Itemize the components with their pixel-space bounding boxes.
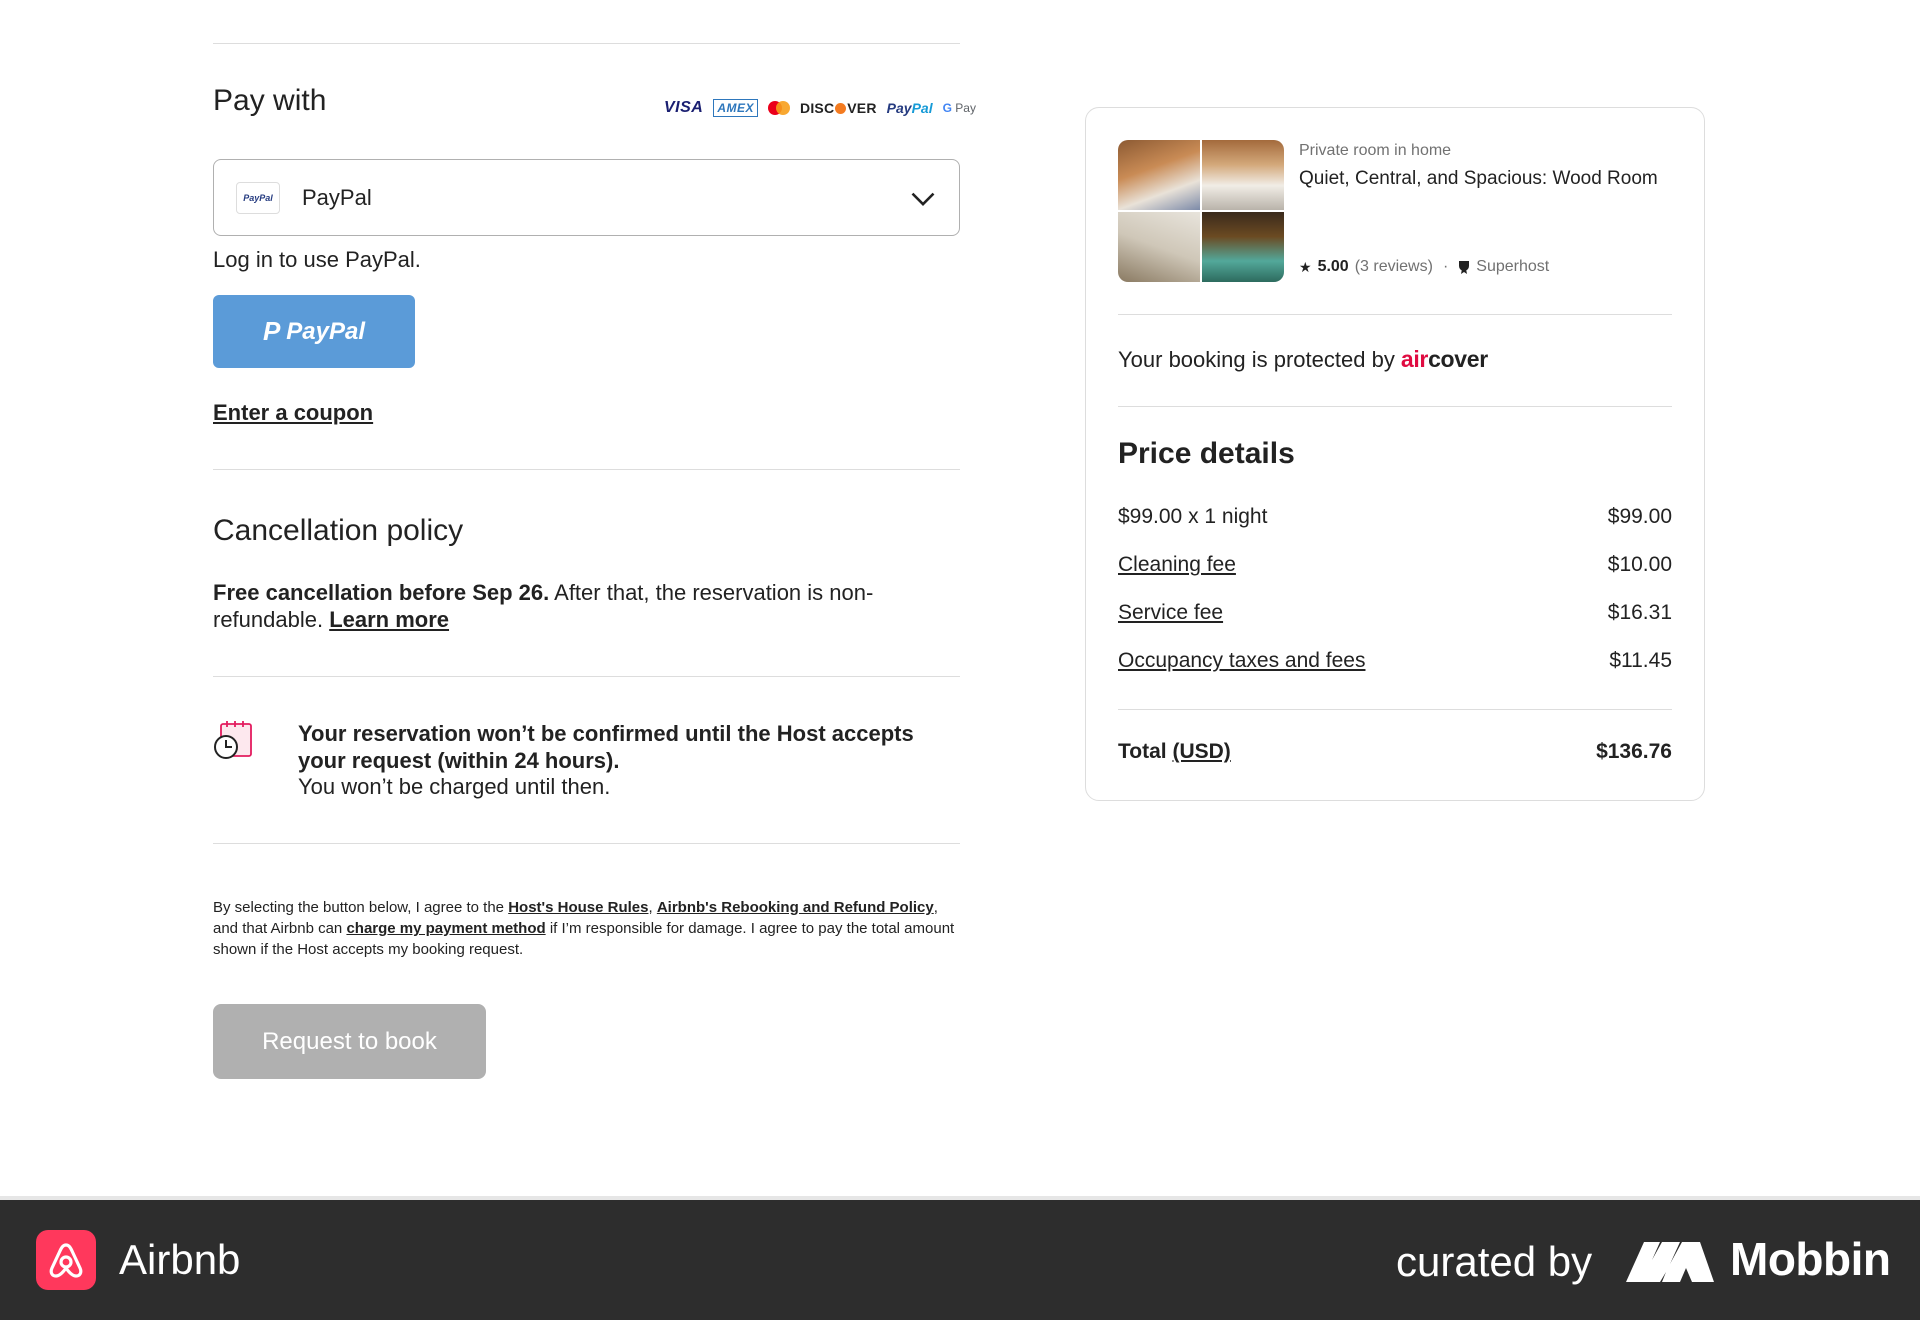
- chevron-down-icon: [911, 192, 935, 206]
- mobbin-brand-name: Mobbin: [1730, 1233, 1891, 1285]
- visa-icon: VISA: [664, 99, 704, 116]
- section-divider: [213, 676, 960, 677]
- listing-rating: ★ 5.00 (3 reviews) · Superhost: [1299, 258, 1549, 276]
- top-divider: [213, 43, 960, 44]
- cancellation-text: Free cancellation before Sep 26. After t…: [213, 579, 913, 633]
- footer-bar: Airbnb curated by Mobbin: [0, 1200, 1920, 1320]
- reservation-notice-subtitle: You won’t be charged until then.: [298, 774, 611, 799]
- google-pay-icon: G Pay: [942, 101, 976, 115]
- cancellation-deadline: Free cancellation before Sep 26.: [213, 580, 550, 605]
- enter-coupon-link[interactable]: Enter a coupon: [213, 400, 373, 426]
- paypal-icon: PayPal: [886, 100, 933, 116]
- airbnb-app-name: Airbnb: [119, 1236, 241, 1283]
- aircover-protection: Your booking is protected by aircover: [1118, 346, 1488, 372]
- listing-type: Private room in home: [1299, 142, 1452, 159]
- star-icon: ★: [1299, 258, 1312, 275]
- price-row-nightly: $99.00 x 1 night $99.00: [1118, 505, 1672, 528]
- learn-more-link[interactable]: Learn more: [329, 607, 449, 632]
- amex-icon: AMEX: [713, 99, 759, 117]
- mastercard-icon: [768, 101, 791, 115]
- price-row-cleaning: Cleaning fee $10.00: [1118, 553, 1672, 577]
- paypal-login-button[interactable]: P PayPal: [213, 295, 415, 368]
- request-to-book-button[interactable]: Request to book: [213, 1004, 486, 1079]
- listing-photo: [1118, 140, 1284, 282]
- refund-policy-link[interactable]: Airbnb's Rebooking and Refund Policy: [657, 899, 934, 916]
- airbnb-logo-icon: [36, 1230, 96, 1290]
- paypal-button-label: PayPal: [286, 317, 366, 345]
- price-total: Total (USD) $136.76: [1118, 740, 1672, 763]
- legal-agreement: By selecting the button below, I agree t…: [213, 899, 955, 958]
- rating-value: 5.00: [1317, 258, 1349, 275]
- total-amount: $136.76: [1596, 740, 1672, 763]
- charge-payment-link[interactable]: charge my payment method: [346, 920, 545, 937]
- superhost-medal-icon: [1459, 260, 1470, 274]
- paypal-method-icon: PayPal: [236, 181, 280, 214]
- mobbin-logo-icon: [1626, 1242, 1714, 1282]
- card-divider: [1118, 314, 1672, 315]
- paypal-login-hint: Log in to use PayPal.: [213, 247, 421, 272]
- section-divider: [213, 469, 960, 470]
- currency-link[interactable]: (USD): [1172, 740, 1230, 763]
- card-divider: [1118, 406, 1672, 407]
- service-fee-link[interactable]: Service fee: [1118, 601, 1223, 625]
- superhost-label: Superhost: [1476, 258, 1550, 275]
- price-row-service: Service fee $16.31: [1118, 601, 1672, 625]
- accepted-cards: VISA AMEX DISC VER PayPal G Pay: [664, 98, 976, 118]
- paypal-p-icon: P: [262, 316, 281, 346]
- aircover-logo: aircover: [1400, 346, 1488, 372]
- taxes-fees-link[interactable]: Occupancy taxes and fees: [1118, 649, 1365, 673]
- section-divider: [213, 843, 960, 844]
- card-divider: [1118, 709, 1672, 710]
- review-count: (3 reviews): [1354, 258, 1433, 275]
- selected-method-label: PayPal: [302, 184, 372, 210]
- payment-method-select[interactable]: PayPal PayPal: [213, 159, 960, 236]
- pay-with-title: Pay with: [213, 84, 327, 117]
- house-rules-link[interactable]: Host's House Rules: [508, 899, 648, 916]
- price-row-taxes: Occupancy taxes and fees $11.45: [1118, 649, 1672, 673]
- discover-icon: DISC VER: [800, 100, 877, 116]
- booking-summary-card: Private room in home Quiet, Central, and…: [1085, 107, 1705, 801]
- listing-title: Quiet, Central, and Spacious: Wood Room: [1299, 168, 1658, 189]
- cancellation-title: Cancellation policy: [213, 514, 464, 547]
- curated-by-text: curated by: [1396, 1238, 1593, 1285]
- cleaning-fee-link[interactable]: Cleaning fee: [1118, 553, 1236, 577]
- reservation-notice-title: Your reservation won’t be confirmed unti…: [298, 721, 914, 773]
- price-details-title: Price details: [1118, 437, 1295, 470]
- separator-dot: ·: [1442, 258, 1449, 275]
- calendar-clock-icon: [214, 721, 252, 759]
